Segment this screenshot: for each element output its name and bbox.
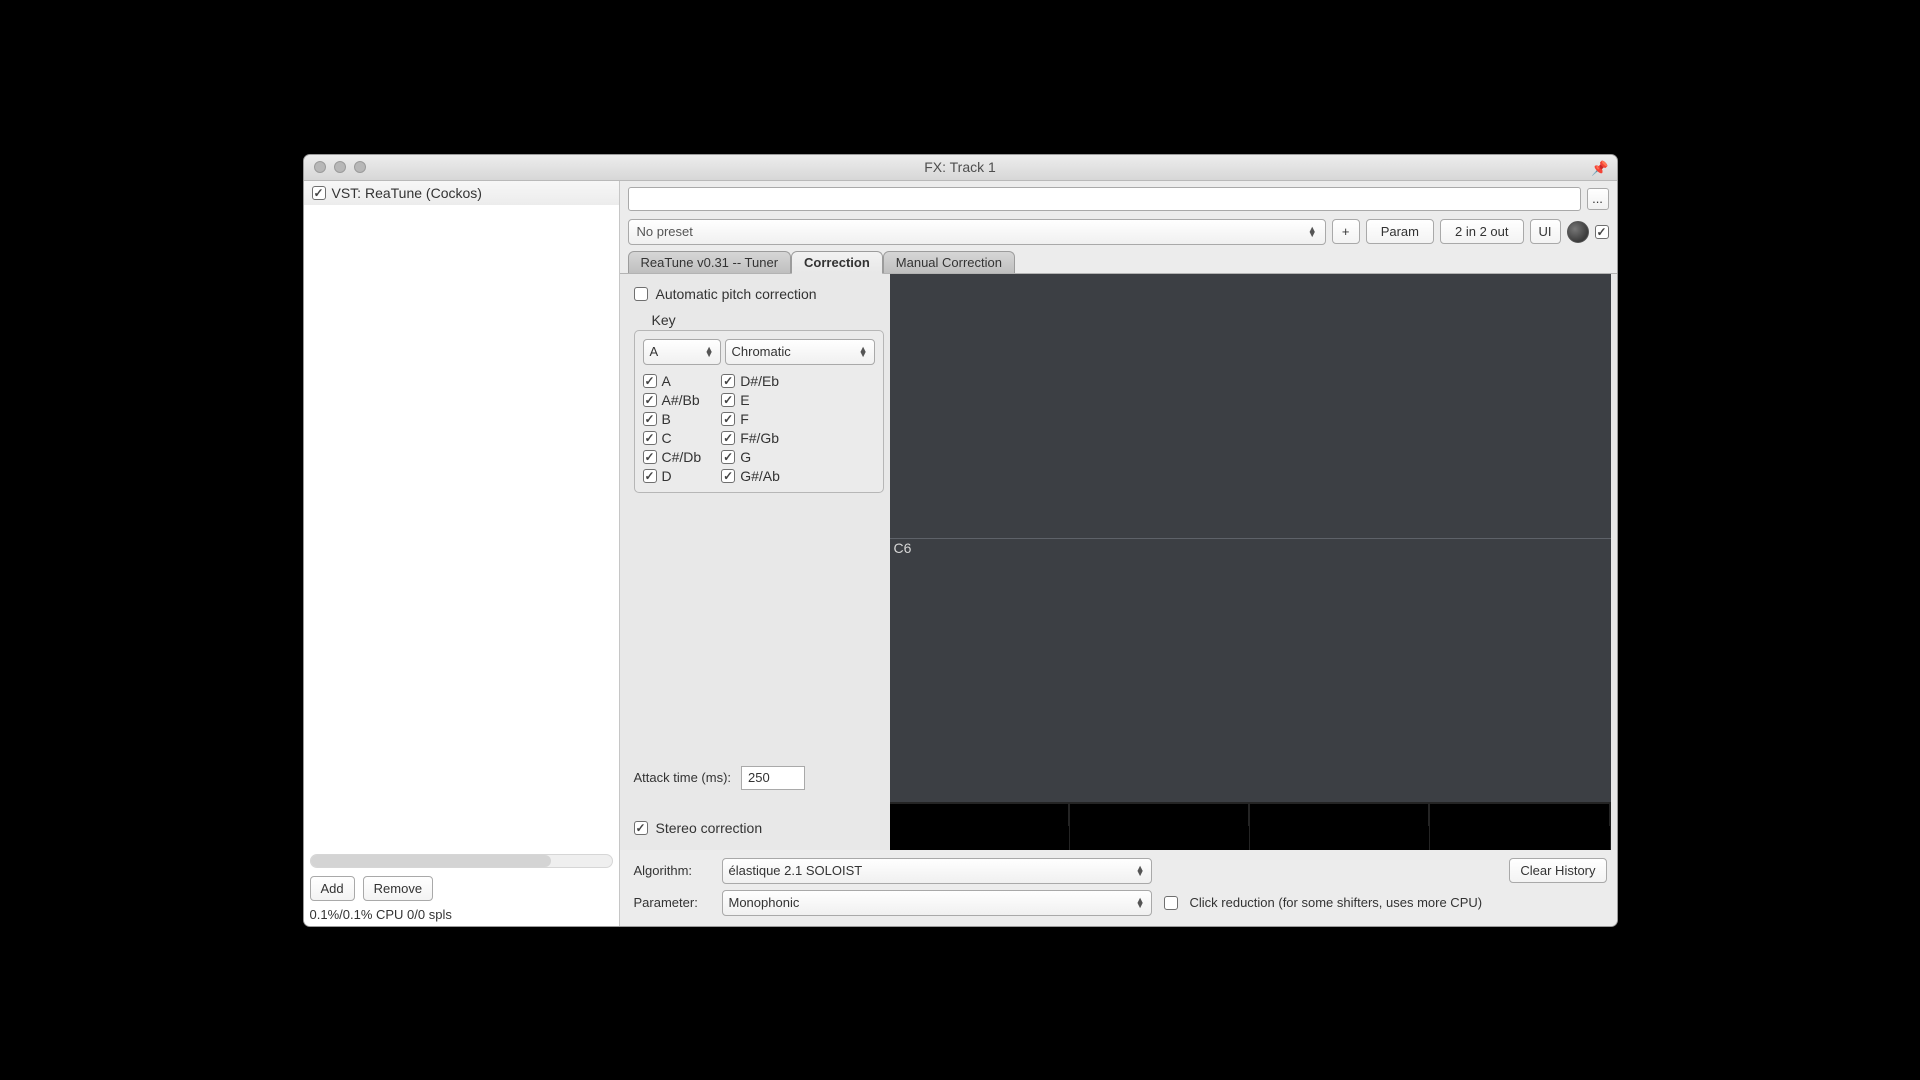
note-label: F#/Gb [740,430,779,446]
io-button[interactable]: 2 in 2 out [1440,219,1524,244]
auto-correction-checkbox[interactable] [634,287,648,301]
traffic-lights [304,161,366,173]
menu-button[interactable]: ... [1587,188,1609,210]
note-label: G [740,449,751,465]
note-checkbox[interactable] [721,431,735,445]
close-icon[interactable] [314,161,326,173]
parameter-select[interactable]: Monophonic ▲▼ [722,890,1152,916]
stepper-icon: ▲▼ [1136,898,1145,907]
stepper-icon: ▲▼ [705,347,714,356]
note-label: E [740,392,749,408]
cpu-status: 0.1%/0.1% CPU 0/0 spls [310,907,613,922]
add-preset-button[interactable]: + [1332,219,1360,244]
preset-label: No preset [637,224,693,239]
note-checkbox[interactable] [643,374,657,388]
note-checkbox[interactable] [721,450,735,464]
pitch-baseline [890,538,1611,539]
window-title: FX: Track 1 [304,159,1617,175]
pitch-display[interactable]: C6 [890,274,1611,850]
key-group: A ▲▼ Chromatic ▲▼ A A#/ [634,330,884,493]
sidebar-scrollbar[interactable] [310,854,613,868]
parameter-value: Monophonic [729,895,800,910]
zoom-icon[interactable] [354,161,366,173]
preset-dropdown[interactable]: No preset ▲▼ [628,219,1326,245]
ellipsis-icon: ... [1592,191,1603,206]
note-checkbox[interactable] [721,412,735,426]
stepper-icon: ▲▼ [859,347,868,356]
minimize-icon[interactable] [334,161,346,173]
key-scale-select[interactable]: Chromatic ▲▼ [725,339,875,365]
auto-correction-label: Automatic pitch correction [656,286,817,302]
note-checkbox[interactable] [643,412,657,426]
tab-manual[interactable]: Manual Correction [883,251,1015,273]
tab-bar: ReaTune v0.31 -- Tuner Correction Manual… [620,251,1617,273]
key-root-select[interactable]: A ▲▼ [643,339,721,365]
click-reduction-checkbox[interactable] [1164,896,1178,910]
preset-name-input[interactable] [628,187,1581,211]
attack-time-value: 250 [748,770,770,785]
note-checkbox[interactable] [721,374,735,388]
note-label: A#/Bb [662,392,700,408]
note-checkbox[interactable] [643,431,657,445]
key-root-value: A [650,344,659,359]
algorithm-label: Algorithm: [634,863,710,878]
note-label: D#/Eb [740,373,779,389]
fx-enable-checkbox[interactable] [312,186,326,200]
note-label: G#/Ab [740,468,780,484]
note-label: B [662,411,671,427]
stepper-icon: ▲▼ [1308,227,1317,236]
tab-correction[interactable]: Correction [791,251,883,274]
note-checkbox[interactable] [643,469,657,483]
note-label: D [662,468,672,484]
parameter-label: Parameter: [634,895,710,910]
note-checkbox[interactable] [643,450,657,464]
key-section-label: Key [652,312,882,328]
algorithm-value: élastique 2.1 SOLOIST [729,863,863,878]
bypass-checkbox[interactable] [1595,225,1609,239]
param-button[interactable]: Param [1366,219,1434,244]
note-label: F [740,411,749,427]
algorithm-select[interactable]: élastique 2.1 SOLOIST ▲▼ [722,858,1152,884]
fx-list-item[interactable]: VST: ReaTune (Cockos) [304,181,619,206]
note-label: A [662,373,671,389]
tab-label: ReaTune v0.31 -- Tuner [641,255,779,270]
fx-list: VST: ReaTune (Cockos) [304,181,619,848]
titlebar[interactable]: FX: Track 1 📌 [304,155,1617,181]
stepper-icon: ▲▼ [1136,866,1145,875]
wet-dry-knob[interactable] [1567,221,1589,243]
attack-time-label: Attack time (ms): [634,770,732,785]
correction-panel: Automatic pitch correction Key A ▲▼ Chro… [620,274,890,850]
pitch-note-label: C6 [894,540,912,556]
key-scale-value: Chromatic [732,344,791,359]
attack-time-input[interactable]: 250 [741,766,805,790]
click-reduction-label: Click reduction (for some shifters, uses… [1190,895,1483,910]
tab-tuner[interactable]: ReaTune v0.31 -- Tuner [628,251,792,273]
fx-sidebar: VST: ReaTune (Cockos) Add Remove 0.1%/0.… [304,181,620,926]
fx-window: FX: Track 1 📌 VST: ReaTune (Cockos) Add … [303,154,1618,927]
clear-history-button[interactable]: Clear History [1509,858,1606,883]
timeline-ruler [890,802,1611,850]
note-checkbox[interactable] [721,393,735,407]
tab-label: Manual Correction [896,255,1002,270]
add-button[interactable]: Add [310,876,355,901]
stereo-correction-label: Stereo correction [656,820,763,836]
note-label: C [662,430,672,446]
ui-button[interactable]: UI [1530,219,1561,244]
note-label: C#/Db [662,449,702,465]
note-checklist: A A#/Bb B C C#/Db D D#/Eb E F [643,373,875,484]
remove-button[interactable]: Remove [363,876,433,901]
note-checkbox[interactable] [643,393,657,407]
tab-label: Correction [804,255,870,270]
note-checkbox[interactable] [721,469,735,483]
fx-item-label: VST: ReaTune (Cockos) [332,185,482,201]
pin-icon[interactable]: 📌 [1591,160,1608,177]
stereo-correction-checkbox[interactable] [634,821,648,835]
